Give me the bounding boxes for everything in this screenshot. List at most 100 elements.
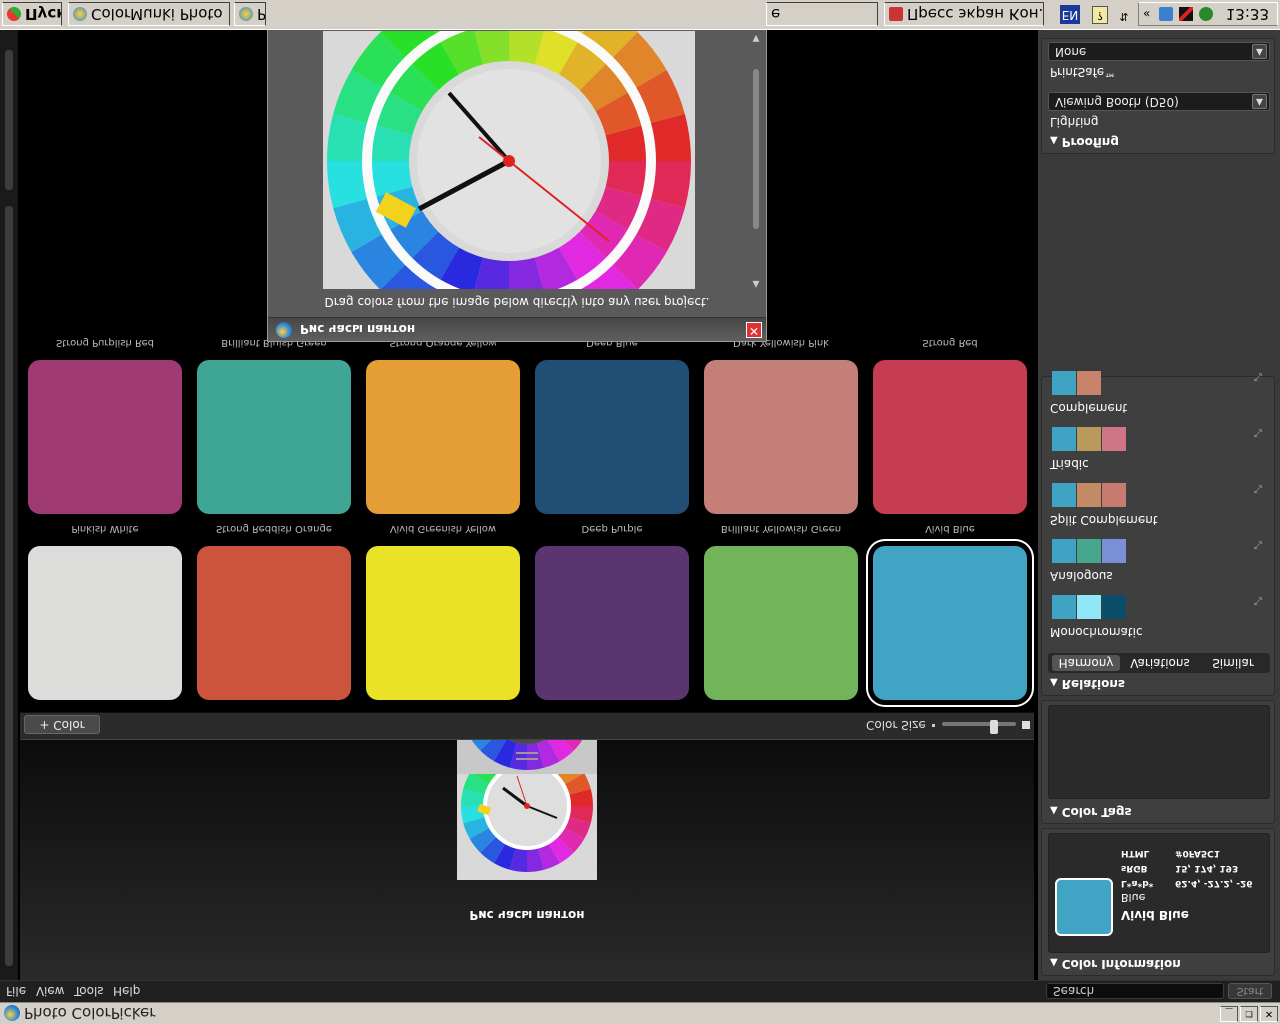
relation-swatch[interactable]	[1077, 483, 1101, 507]
tab-similar[interactable]: Similar	[1200, 655, 1266, 671]
relation-row[interactable]: Analogous ⤡	[1048, 537, 1270, 589]
clock-color-wheel-photo	[323, 31, 695, 289]
menu-file[interactable]: File	[6, 984, 26, 998]
tab-harmony[interactable]: Harmony	[1052, 655, 1120, 671]
tab-variations[interactable]: Variations	[1124, 655, 1196, 671]
relation-swatch[interactable]	[1052, 371, 1076, 395]
scrollbar-thumb[interactable]	[753, 69, 759, 229]
relation-row[interactable]: Monochromatic ⤡	[1048, 593, 1270, 645]
expand-icon[interactable]: ⤡	[1254, 483, 1264, 494]
taskbar-item-other[interactable]: e	[766, 2, 878, 26]
lighting-label: Lighting	[1050, 115, 1099, 129]
collapse-triangle-icon: ▲	[1050, 135, 1058, 146]
chevron-up-icon[interactable]: ▲	[1252, 94, 1267, 109]
color-swatch-label: Strong Purplish Red	[55, 337, 155, 348]
proofing-header[interactable]: ▲ Proofing	[1050, 135, 1119, 149]
palette-resize-grip[interactable]	[516, 752, 538, 760]
scroll-up-icon[interactable]: ▲	[750, 279, 762, 289]
system-tray: « 13:33	[1138, 2, 1278, 26]
color-tags-area[interactable]	[1048, 705, 1270, 799]
search-input[interactable]: Search	[1046, 983, 1224, 999]
taskbar-item-colormunki[interactable]: ColorMunki Photo	[68, 2, 230, 26]
relation-swatch[interactable]	[1102, 427, 1126, 451]
palette-image-window-title-bar[interactable]: Рис часы пантон ✕	[268, 317, 766, 341]
selected-color-swatch	[1055, 878, 1113, 936]
right-sidebar: ▲ Color Information Vivid Blue Blue L*a*b…	[1038, 30, 1280, 980]
start-button[interactable]: Пуск	[2, 2, 62, 26]
relation-swatch[interactable]	[1077, 371, 1101, 395]
color-swatch[interactable]	[366, 546, 520, 700]
proofing-section: ▲ Proofing Lighting Viewing Booth (D50) ▲ …	[1041, 38, 1275, 154]
relation-swatch[interactable]	[1077, 595, 1101, 619]
expand-icon[interactable]: ⤡	[1254, 595, 1264, 606]
color-swatch[interactable]	[873, 360, 1027, 514]
expand-icon[interactable]: ⤡	[1254, 427, 1264, 438]
chevron-up-icon[interactable]: ▲	[1252, 44, 1267, 59]
network-icon[interactable]	[1159, 7, 1173, 21]
relation-swatch[interactable]	[1052, 539, 1076, 563]
arrows-icon[interactable]: ⇅	[1116, 6, 1132, 24]
language-indicator[interactable]: EN	[1060, 5, 1080, 24]
color-size-slider[interactable]	[942, 722, 1016, 726]
color-swatch[interactable]	[366, 360, 520, 514]
minimize-button[interactable]: _	[1220, 1006, 1238, 1022]
color-information-section: ▲ Color Information Vivid Blue Blue L*a*b…	[1041, 828, 1275, 976]
relations-header[interactable]: ▲ Relations	[1050, 677, 1125, 691]
update-icon[interactable]	[1199, 7, 1213, 21]
printsafe-select[interactable]: None ▲	[1048, 42, 1270, 61]
relation-label: Complement	[1050, 401, 1128, 415]
taskbar-item-screenshot[interactable]: Пресс экран Кон...	[884, 2, 1044, 26]
menu-view[interactable]: View	[36, 984, 64, 998]
color-swatch[interactable]	[28, 546, 182, 700]
relation-swatch[interactable]	[1052, 427, 1076, 451]
left-scroll-rail[interactable]	[5, 206, 13, 966]
close-icon[interactable]: ✕	[746, 322, 762, 338]
color-swatch[interactable]	[197, 546, 351, 700]
printsafe-label: PrintSafe™	[1050, 65, 1117, 79]
relation-swatch[interactable]	[1102, 483, 1126, 507]
color-size-slider-thumb[interactable]	[990, 720, 998, 734]
menu-bar: File View Tools Help Search Start	[0, 980, 1280, 1002]
left-scroll-rail-upper[interactable]	[5, 50, 13, 190]
relation-swatch[interactable]	[1052, 595, 1076, 619]
lighting-select[interactable]: Viewing Booth (D50) ▲	[1048, 92, 1270, 111]
antivirus-icon[interactable]	[1179, 7, 1193, 21]
windows-logo-icon	[7, 7, 21, 21]
search-button[interactable]: Start	[1228, 983, 1272, 999]
image-scrollbar[interactable]: ▲ ▼	[750, 31, 762, 289]
color-swatch[interactable]	[704, 546, 858, 700]
relation-swatch[interactable]	[1102, 595, 1126, 619]
relation-swatch[interactable]	[1102, 539, 1126, 563]
relation-swatch[interactable]	[1077, 539, 1101, 563]
relation-row[interactable]: Complement ⤡	[1048, 369, 1270, 421]
color-swatch[interactable]	[535, 360, 689, 514]
help-icon[interactable]: ?	[1092, 6, 1108, 24]
add-color-button[interactable]: + Color	[24, 715, 100, 734]
expand-icon[interactable]: ⤡	[1254, 539, 1264, 550]
relation-swatch[interactable]	[1077, 427, 1101, 451]
relation-row[interactable]: Triadic ⤡	[1048, 425, 1270, 477]
color-tags-header[interactable]: ▲ Color Tags	[1050, 805, 1132, 819]
relation-swatch[interactable]	[1052, 483, 1076, 507]
color-swatch[interactable]	[704, 360, 858, 514]
taskbar-item-photo[interactable]: P	[234, 2, 266, 26]
color-swatch[interactable]	[28, 360, 182, 514]
restore-button[interactable]: ❐	[1240, 1006, 1258, 1022]
palette-image-window: Рис часы пантон ✕ Drag colors from the i…	[267, 0, 767, 342]
scroll-down-icon[interactable]: ▼	[750, 33, 762, 43]
chevron-left-icon[interactable]: «	[1143, 7, 1157, 21]
color-swatch[interactable]	[873, 546, 1027, 700]
relation-row[interactable]: Split Complement ⤡	[1048, 481, 1270, 533]
collapse-triangle-icon: ▲	[1050, 677, 1058, 688]
expand-icon[interactable]: ⤡	[1254, 371, 1264, 382]
color-swatch[interactable]	[535, 546, 689, 700]
srgb-label: sRGB	[1121, 863, 1148, 873]
source-image[interactable]	[323, 31, 695, 289]
color-swatch-label: Strong Reddish Orange	[216, 523, 332, 534]
close-button[interactable]: ✕	[1260, 1006, 1278, 1022]
color-swatch[interactable]	[197, 360, 351, 514]
lab-label: L*a*b*	[1121, 878, 1154, 888]
menu-tools[interactable]: Tools	[74, 984, 104, 998]
color-information-header[interactable]: ▲ Color Information	[1050, 957, 1181, 971]
menu-help[interactable]: Help	[113, 984, 140, 998]
